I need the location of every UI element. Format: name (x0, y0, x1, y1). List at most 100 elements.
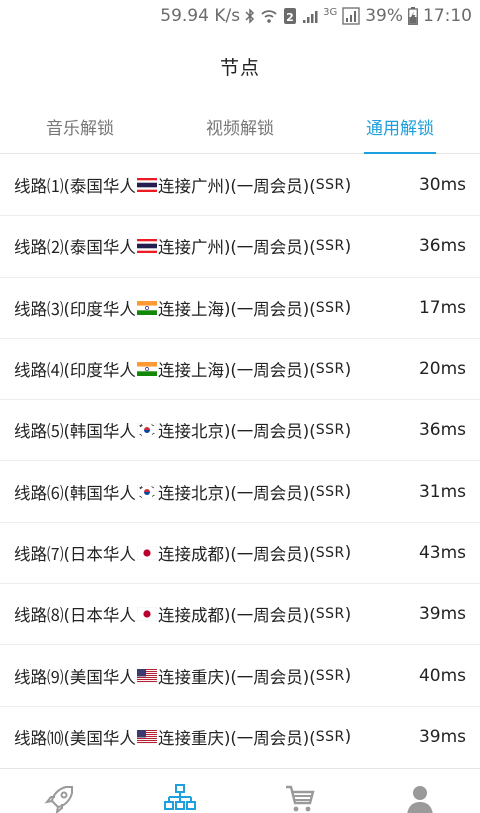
nav-item-profile[interactable] (360, 769, 480, 813)
node-name-suffix: 连接北京)(一周会员)( (157, 422, 316, 442)
node-name-end: ) (344, 359, 352, 379)
tab-bar: 音乐解锁 视频解锁 通用解锁 (0, 100, 480, 154)
korea-flag-icon (136, 423, 157, 438)
sim-2-icon: 2 (283, 7, 297, 25)
node-name-suffix: 连接上海)(一周会员)( (157, 361, 316, 381)
clock: 17:10 (423, 6, 472, 26)
network-type-label: 3G (323, 6, 338, 18)
node-name-prefix: 线路⑴(泰国华人 (14, 177, 136, 197)
nav-item-shop[interactable] (240, 769, 360, 813)
node-row[interactable]: 线路⑻(日本华人 连接成都)(一周会员)(SSR) 39ms (0, 584, 480, 646)
node-row[interactable]: 线路⑶(印度华人 连接上海)(一周会员)(SSR) 17ms (0, 278, 480, 339)
latency-value: 31ms (418, 481, 466, 502)
korea-flag-icon (136, 484, 157, 499)
active-tab-indicator (364, 152, 436, 154)
tab-music-unlock[interactable]: 音乐解锁 (0, 100, 160, 153)
protocol-label: SSR (315, 606, 345, 623)
node-name: 线路⑹(韩国华人 连接北京)(一周会员)(SSR) (14, 480, 351, 504)
protocol-label: SSR (315, 483, 345, 500)
node-name: 线路⑴(泰国华人 连接广州)(一周会员)(SSR) (14, 173, 351, 197)
latency-value: 30ms (418, 175, 466, 196)
node-name-suffix: 连接上海)(一周会员)( (157, 299, 316, 319)
node-name-end: ) (344, 666, 352, 686)
header: 节点 (0, 32, 480, 100)
node-name-prefix: 线路⑼(美国华人 (14, 667, 136, 687)
node-name-prefix: 线路⑶(印度华人 (14, 299, 136, 319)
page-title: 节点 (219, 56, 260, 79)
node-name-prefix: 线路⑽(美国华人 (14, 728, 136, 748)
protocol-label: SSR (315, 238, 345, 255)
latency-value: 43ms (418, 542, 466, 563)
node-list[interactable]: 线路⑴(泰国华人 连接广州)(一周会员)(SSR) 30ms 线路⑵(泰国华人 连接广州… (0, 155, 480, 767)
node-name-suffix: 连接北京)(一周会员)( (157, 483, 316, 503)
wifi-icon (260, 8, 278, 24)
india-flag-icon (136, 300, 157, 315)
node-name-prefix: 线路⑹(韩国华人 (14, 483, 136, 503)
node-name: 线路⑵(泰国华人 连接广州)(一周会员)(SSR) (14, 234, 351, 258)
latency-value: 20ms (418, 359, 466, 380)
latency-value: 17ms (418, 297, 466, 318)
usa-flag-icon (136, 668, 157, 682)
node-row[interactable]: 线路⑽(美国华人 连接重庆)(一周会员)(SSR) 39ms (0, 707, 480, 767)
node-row[interactable]: 线路⑺(日本华人 连接成都)(一周会员)(SSR) 43ms (0, 523, 480, 585)
protocol-label: SSR (315, 667, 345, 684)
tab-label: 音乐解锁 (46, 119, 114, 139)
node-name-end: ) (344, 236, 352, 256)
tab-video-unlock[interactable]: 视频解锁 (160, 100, 320, 153)
protocol-label: SSR (315, 422, 345, 439)
node-row[interactable]: 线路⑷(印度华人 连接上海)(一周会员)(SSR) 20ms (0, 339, 480, 401)
node-row[interactable]: 线路⑵(泰国华人 连接广州)(一周会员)(SSR) 36ms (0, 216, 480, 278)
node-name-suffix: 连接成都)(一周会员)( (157, 606, 316, 626)
node-name-suffix: 连接成都)(一周会员)( (157, 544, 316, 564)
protocol-label: SSR (315, 728, 345, 745)
rocket-icon (44, 783, 76, 813)
node-name: 线路⑶(印度华人 连接上海)(一周会员)(SSR) (14, 296, 351, 320)
signal-bars-icon (302, 8, 318, 24)
node-name-suffix: 连接广州)(一周会员)( (157, 238, 316, 258)
latency-value: 39ms (418, 604, 466, 625)
node-name: 线路⑷(印度华人 连接上海)(一周会员)(SSR) (14, 357, 351, 381)
status-bar: 59.94 K/s 2 3G 39% 17:10 (0, 0, 480, 32)
user-icon (404, 783, 436, 813)
network-tree-icon (164, 783, 196, 813)
node-name-prefix: 线路⑸(韩国华人 (14, 422, 136, 442)
tab-label: 视频解锁 (206, 119, 274, 139)
node-name-suffix: 连接广州)(一周会员)( (157, 177, 316, 197)
latency-value: 36ms (418, 236, 466, 257)
nav-item-boost[interactable] (0, 769, 120, 813)
node-name-prefix: 线路⑵(泰国华人 (14, 238, 136, 258)
bottom-nav (0, 768, 480, 813)
latency-value: 39ms (418, 726, 466, 747)
node-name: 线路⑽(美国华人 连接重庆)(一周会员)(SSR) (14, 725, 351, 749)
usa-flag-icon (136, 729, 157, 743)
latency-value: 40ms (418, 665, 466, 686)
nav-item-nodes[interactable] (120, 769, 240, 813)
node-row[interactable]: 线路⑹(韩国华人 连接北京)(一周会员)(SSR) 31ms (0, 461, 480, 523)
node-name-end: ) (344, 482, 352, 502)
node-name-suffix: 连接重庆)(一周会员)( (157, 728, 316, 748)
node-name: 线路⑺(日本华人 连接成都)(一周会员)(SSR) (14, 541, 351, 565)
node-name-suffix: 连接重庆)(一周会员)( (157, 667, 316, 687)
node-name-end: ) (344, 727, 352, 747)
node-name-prefix: 线路⑺(日本华人 (14, 544, 136, 564)
node-row[interactable]: 线路⑸(韩国华人 连接北京)(一周会员)(SSR) 36ms (0, 400, 480, 462)
battery-percent: 39% (365, 6, 403, 26)
japan-flag-icon (136, 545, 157, 560)
node-name: 线路⑸(韩国华人 连接北京)(一周会员)(SSR) (14, 418, 351, 442)
tab-label: 通用解锁 (366, 119, 434, 139)
node-row[interactable]: 线路⑼(美国华人 连接重庆)(一周会员)(SSR) 40ms (0, 645, 480, 707)
thailand-flag-icon (136, 239, 157, 254)
cell-signal-icon (342, 7, 360, 25)
protocol-label: SSR (315, 544, 345, 561)
node-name-prefix: 线路⑷(印度华人 (14, 361, 136, 381)
node-name-end: ) (344, 543, 352, 563)
node-name-end: ) (344, 420, 352, 440)
protocol-label: SSR (315, 299, 345, 316)
node-name: 线路⑼(美国华人 连接重庆)(一周会员)(SSR) (14, 664, 351, 688)
japan-flag-icon (136, 607, 157, 622)
svg-text:2: 2 (286, 11, 294, 24)
node-row[interactable]: 线路⑴(泰国华人 连接广州)(一周会员)(SSR) 30ms (0, 155, 480, 217)
tab-general-unlock[interactable]: 通用解锁 (320, 100, 480, 154)
node-name: 线路⑻(日本华人 连接成都)(一周会员)(SSR) (14, 602, 351, 626)
bluetooth-icon (245, 8, 255, 24)
